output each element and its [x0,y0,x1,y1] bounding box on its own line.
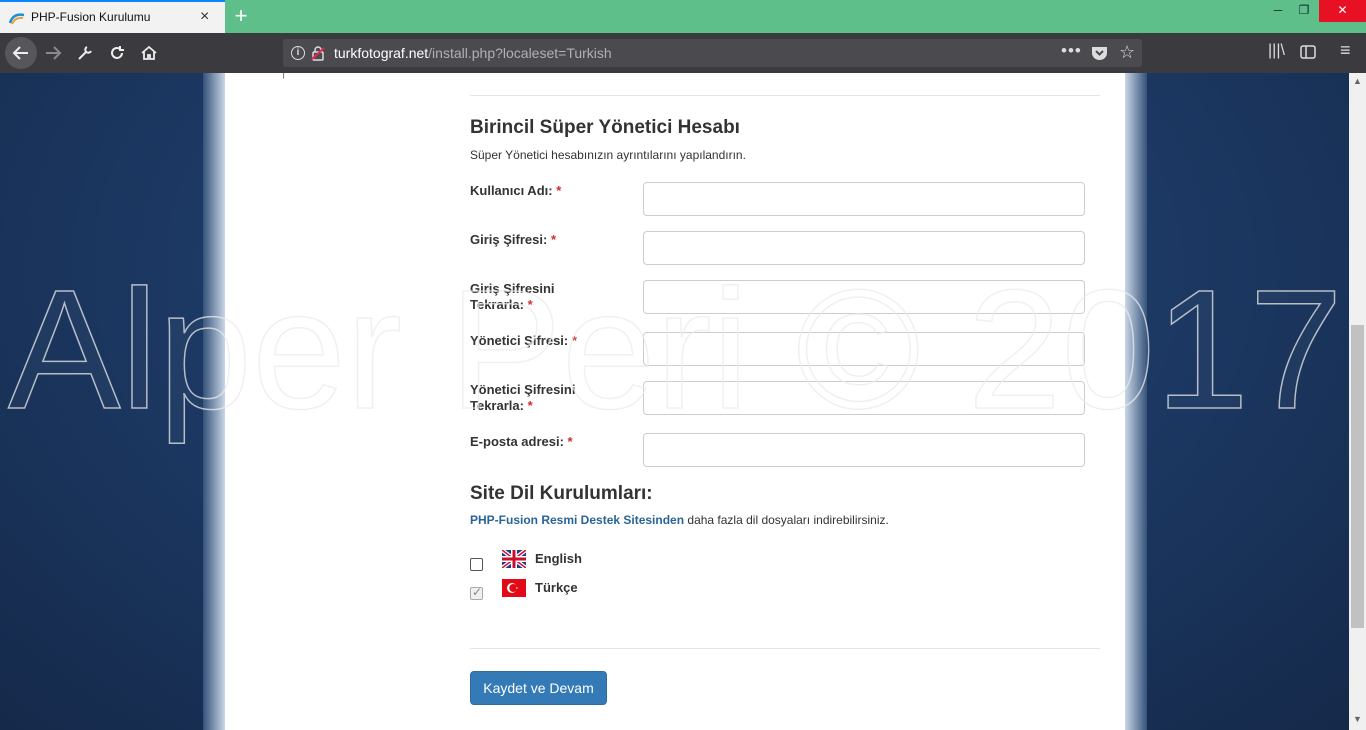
reload-button[interactable] [101,37,133,69]
username-label: Kullanıcı Adı: * [470,183,620,199]
admin-password-repeat-label: Yönetici Şifresini Tekrarla: * [470,382,595,414]
required-mark: * [567,434,573,449]
back-button[interactable] [5,37,37,69]
email-input[interactable] [643,433,1085,467]
username-input[interactable] [643,182,1085,216]
password-repeat-label: Giriş Şifresini Tekrarla: * [470,281,595,313]
field-label-text: Yönetici Şifresini Tekrarla: [470,382,576,413]
password-label: Giriş Şifresi: * [470,232,620,248]
turkish-checkbox[interactable] [470,585,483,600]
url-text[interactable]: turkfotograf.net/install.php?localeset=T… [334,45,612,61]
required-mark: * [571,333,577,348]
forward-button[interactable] [37,37,69,69]
password-input[interactable] [643,231,1085,265]
email-label: E-posta adresi: * [470,434,620,450]
required-mark: * [527,297,533,312]
required-mark: * [527,398,533,413]
site-info-icon[interactable]: i [291,46,305,60]
field-label-text: Giriş Şifresini Tekrarla: [470,281,555,312]
cut-off-text: | [282,73,285,79]
tab-close-icon[interactable]: × [200,8,209,26]
tools-button[interactable] [69,37,101,69]
browser-tab[interactable]: PHP-Fusion Kurulumu × [0,0,225,33]
divider [470,95,1100,96]
save-and-continue-button[interactable]: Kaydet ve Devam [470,671,607,705]
window-close-button[interactable]: ✕ [1319,0,1366,22]
page-actions-icon[interactable]: ••• [1061,41,1082,61]
insecure-lock-icon[interactable] [310,45,326,61]
browser-toolbar: i turkfotograf.net/install.php?localeset… [0,33,1366,73]
turkey-flag-icon [502,579,526,597]
english-checkbox[interactable] [470,558,483,571]
browser-tab-strip: PHP-Fusion Kurulumu × + ─ ❐ ✕ [0,0,1366,33]
field-label-text: E-posta adresi: [470,434,564,449]
wrench-icon [78,46,92,60]
home-icon [141,45,157,60]
reload-icon [111,46,124,59]
pocket-icon[interactable] [1091,45,1108,61]
install-panel: | Birincil Süper Yönetici Hesabı Süper Y… [225,73,1125,730]
back-arrow-icon [12,46,28,60]
url-domain: turkfotograf.net [334,45,429,61]
address-bar[interactable]: i turkfotograf.net/install.php?localeset… [283,39,1142,67]
admin-password-repeat-input[interactable] [643,381,1085,415]
divider [470,648,1100,649]
sidebar-icon[interactable] [1300,44,1316,60]
support-site-link[interactable]: PHP-Fusion Resmi Destek Sitesinden [470,513,684,527]
bookmark-star-icon[interactable]: ☆ [1119,42,1135,63]
page-left-edge [203,73,225,730]
language-section-description: PHP-Fusion Resmi Destek Sitesinden daha … [470,513,889,527]
menu-hamburger-icon[interactable]: ≡ [1340,40,1351,61]
window-restore-button[interactable]: ❐ [1289,0,1319,22]
page-viewport: | Birincil Süper Yönetici Hesabı Süper Y… [0,73,1349,730]
admin-password-label: Yönetici Şifresi: * [470,333,620,349]
scrollbar-thumb[interactable] [1351,325,1364,628]
scroll-down-icon[interactable]: ▼ [1353,714,1362,724]
password-repeat-input[interactable] [643,280,1085,314]
page-scrollbar[interactable]: ▲ ▼ [1349,73,1366,730]
php-fusion-favicon-icon [9,13,25,25]
language-section-title: Site Dil Kurulumları: [470,483,653,504]
url-path: /install.php?localeset=Turkish [428,45,612,61]
scroll-up-icon[interactable]: ▲ [1353,76,1362,86]
field-label-text: Yönetici Şifresi: [470,333,569,348]
tab-title: PHP-Fusion Kurulumu [31,10,151,24]
admin-password-input[interactable] [643,332,1085,366]
uk-flag-icon [502,550,526,568]
field-label-text: Kullanıcı Adı: [470,183,553,198]
language-name-turkish: Türkçe [535,580,578,595]
required-mark: * [556,183,562,198]
page-right-edge [1125,73,1147,730]
language-name-english: English [535,551,582,566]
section-description: Süper Yönetici hesabınızın ayrıntılarını… [470,148,746,162]
field-label-text: Giriş Şifresi: [470,232,548,247]
required-mark: * [550,232,556,247]
forward-arrow-icon [46,46,62,60]
library-icon[interactable]: |||\ [1268,42,1285,60]
home-button[interactable] [133,37,165,69]
language-desc-rest: daha fazla dil dosyaları indirebilirsini… [684,513,889,527]
new-tab-button[interactable]: + [231,3,251,29]
section-title: Birincil Süper Yönetici Hesabı [470,117,740,138]
